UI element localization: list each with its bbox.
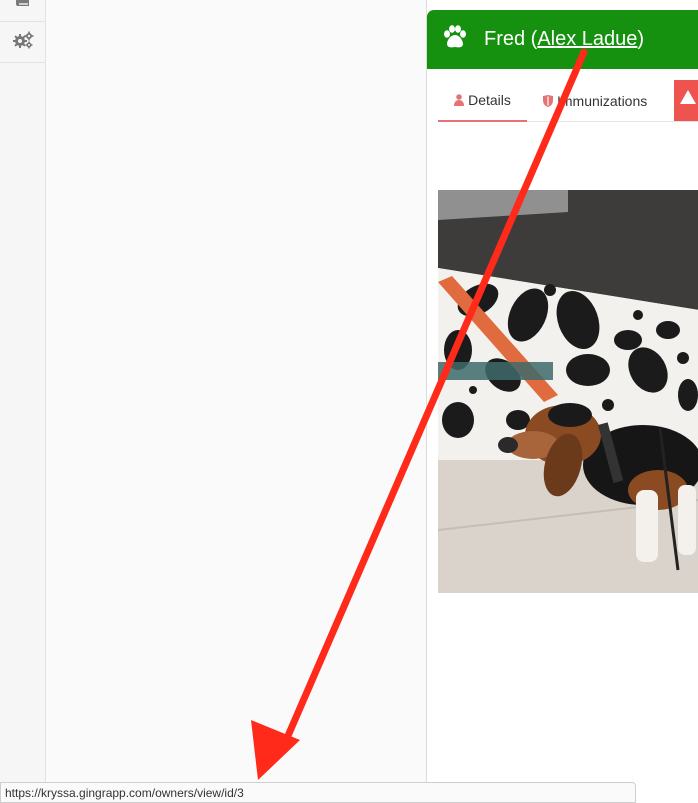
tab-details[interactable]: Details (438, 80, 527, 122)
gears-icon (12, 31, 34, 54)
sidebar-item-notes[interactable] (0, 0, 45, 22)
paw-icon (442, 25, 468, 54)
tab-immunizations-label: Immunizations (557, 93, 648, 109)
warning-icon (680, 90, 696, 104)
status-bar: https://kryssa.gingrapp.com/owners/view/… (0, 782, 636, 803)
owner-paren-close: ) (637, 28, 645, 50)
pet-header: Fred (Alex Ladue) (427, 10, 698, 69)
tab-immunizations[interactable]: Immunizations (543, 80, 647, 122)
owner-link[interactable]: Alex Ladue (537, 28, 637, 50)
status-url: https://kryssa.gingrapp.com/owners/view/… (5, 786, 244, 800)
book-icon (14, 0, 32, 14)
pet-detail-panel: Fred (Alex Ladue) Details Immunizations (426, 0, 698, 803)
shield-icon (543, 95, 553, 107)
pet-tabs: Details Immunizations (438, 80, 698, 122)
owner-paren-open: ( (525, 28, 538, 50)
pet-photo (438, 190, 698, 593)
person-icon (454, 94, 465, 106)
pet-name: Fred (484, 28, 526, 50)
sidebar (0, 0, 46, 803)
main-content (46, 0, 426, 803)
pet-title: Fred (Alex Ladue) (484, 28, 644, 51)
tab-details-label: Details (468, 92, 511, 108)
sidebar-item-settings[interactable] (0, 23, 45, 63)
tab-alerts[interactable] (674, 80, 698, 121)
